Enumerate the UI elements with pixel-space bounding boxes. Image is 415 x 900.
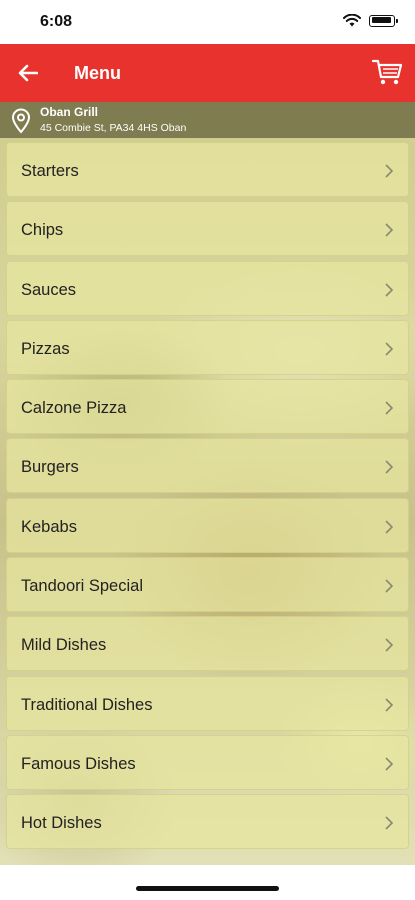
menu-item-label: Kebabs <box>21 517 77 536</box>
battery-icon <box>369 14 398 27</box>
menu-item-kebabs[interactable]: Kebabs <box>6 497 409 553</box>
cart-icon <box>371 59 403 85</box>
menu-item-burgers[interactable]: Burgers <box>6 438 409 494</box>
menu-item-mild-dishes[interactable]: Mild Dishes <box>6 616 409 672</box>
arrow-left-icon <box>18 64 38 82</box>
restaurant-name: Oban Grill <box>40 105 99 119</box>
menu-item-traditional-dishes[interactable]: Traditional Dishes <box>6 675 409 731</box>
menu-item-label: Chips <box>21 221 64 240</box>
page-title: Menu <box>74 63 121 83</box>
cart-button[interactable] <box>371 56 403 88</box>
menu-item-label: Traditional Dishes <box>21 695 153 714</box>
menu-item-starters[interactable]: Starters <box>6 142 409 197</box>
status-bar: 6:08 <box>0 0 415 44</box>
menu-item-sauces[interactable]: Sauces <box>6 260 409 316</box>
menu-category-list: Starters Chips Sauces Pizzas Calzone Piz… <box>6 142 409 854</box>
chevron-right-icon <box>385 579 394 593</box>
bottom-safe-area <box>0 865 415 900</box>
menu-item-hot-dishes[interactable]: Hot Dishes <box>6 794 409 850</box>
menu-item-calzone-pizza[interactable]: Calzone Pizza <box>6 379 409 435</box>
chevron-right-icon <box>385 283 394 297</box>
menu-item-famous-dishes[interactable]: Famous Dishes <box>6 734 409 790</box>
status-icons <box>343 14 398 27</box>
chevron-right-icon <box>385 638 394 652</box>
home-indicator[interactable] <box>136 886 279 891</box>
menu-item-tandoori-special[interactable]: Tandoori Special <box>6 557 409 613</box>
menu-item-pizzas[interactable]: Pizzas <box>6 319 409 375</box>
back-button[interactable] <box>14 59 42 87</box>
menu-item-label: Sauces <box>21 280 77 299</box>
menu-item-label: Burgers <box>21 458 79 477</box>
chevron-right-icon <box>385 401 394 415</box>
chevron-right-icon <box>385 164 394 178</box>
chevron-right-icon <box>385 698 394 712</box>
location-bar: Oban Grill 45 Combie St, PA34 4HS Oban <box>0 102 415 138</box>
wifi-icon <box>343 14 361 27</box>
map-pin-icon <box>11 108 31 134</box>
menu-item-label: Calzone Pizza <box>21 399 127 418</box>
chevron-right-icon <box>385 460 394 475</box>
status-time: 6:08 <box>40 13 73 30</box>
menu-item-label: Starters <box>21 162 79 180</box>
menu-item-label: Tandoori Special <box>21 577 143 596</box>
chevron-right-icon <box>385 816 394 830</box>
menu-item-label: Hot Dishes <box>21 814 102 833</box>
menu-item-label: Mild Dishes <box>21 636 107 655</box>
menu-item-label: Pizzas <box>21 339 70 358</box>
chevron-right-icon <box>385 223 394 237</box>
menu-item-chips[interactable]: Chips <box>6 201 409 257</box>
chevron-right-icon <box>385 342 394 356</box>
app-header: Menu <box>0 44 415 102</box>
chevron-right-icon <box>385 520 394 534</box>
restaurant-address: 45 Combie St, PA34 4HS Oban <box>40 122 187 134</box>
menu-item-label: Famous Dishes <box>21 754 136 773</box>
chevron-right-icon <box>385 757 394 771</box>
